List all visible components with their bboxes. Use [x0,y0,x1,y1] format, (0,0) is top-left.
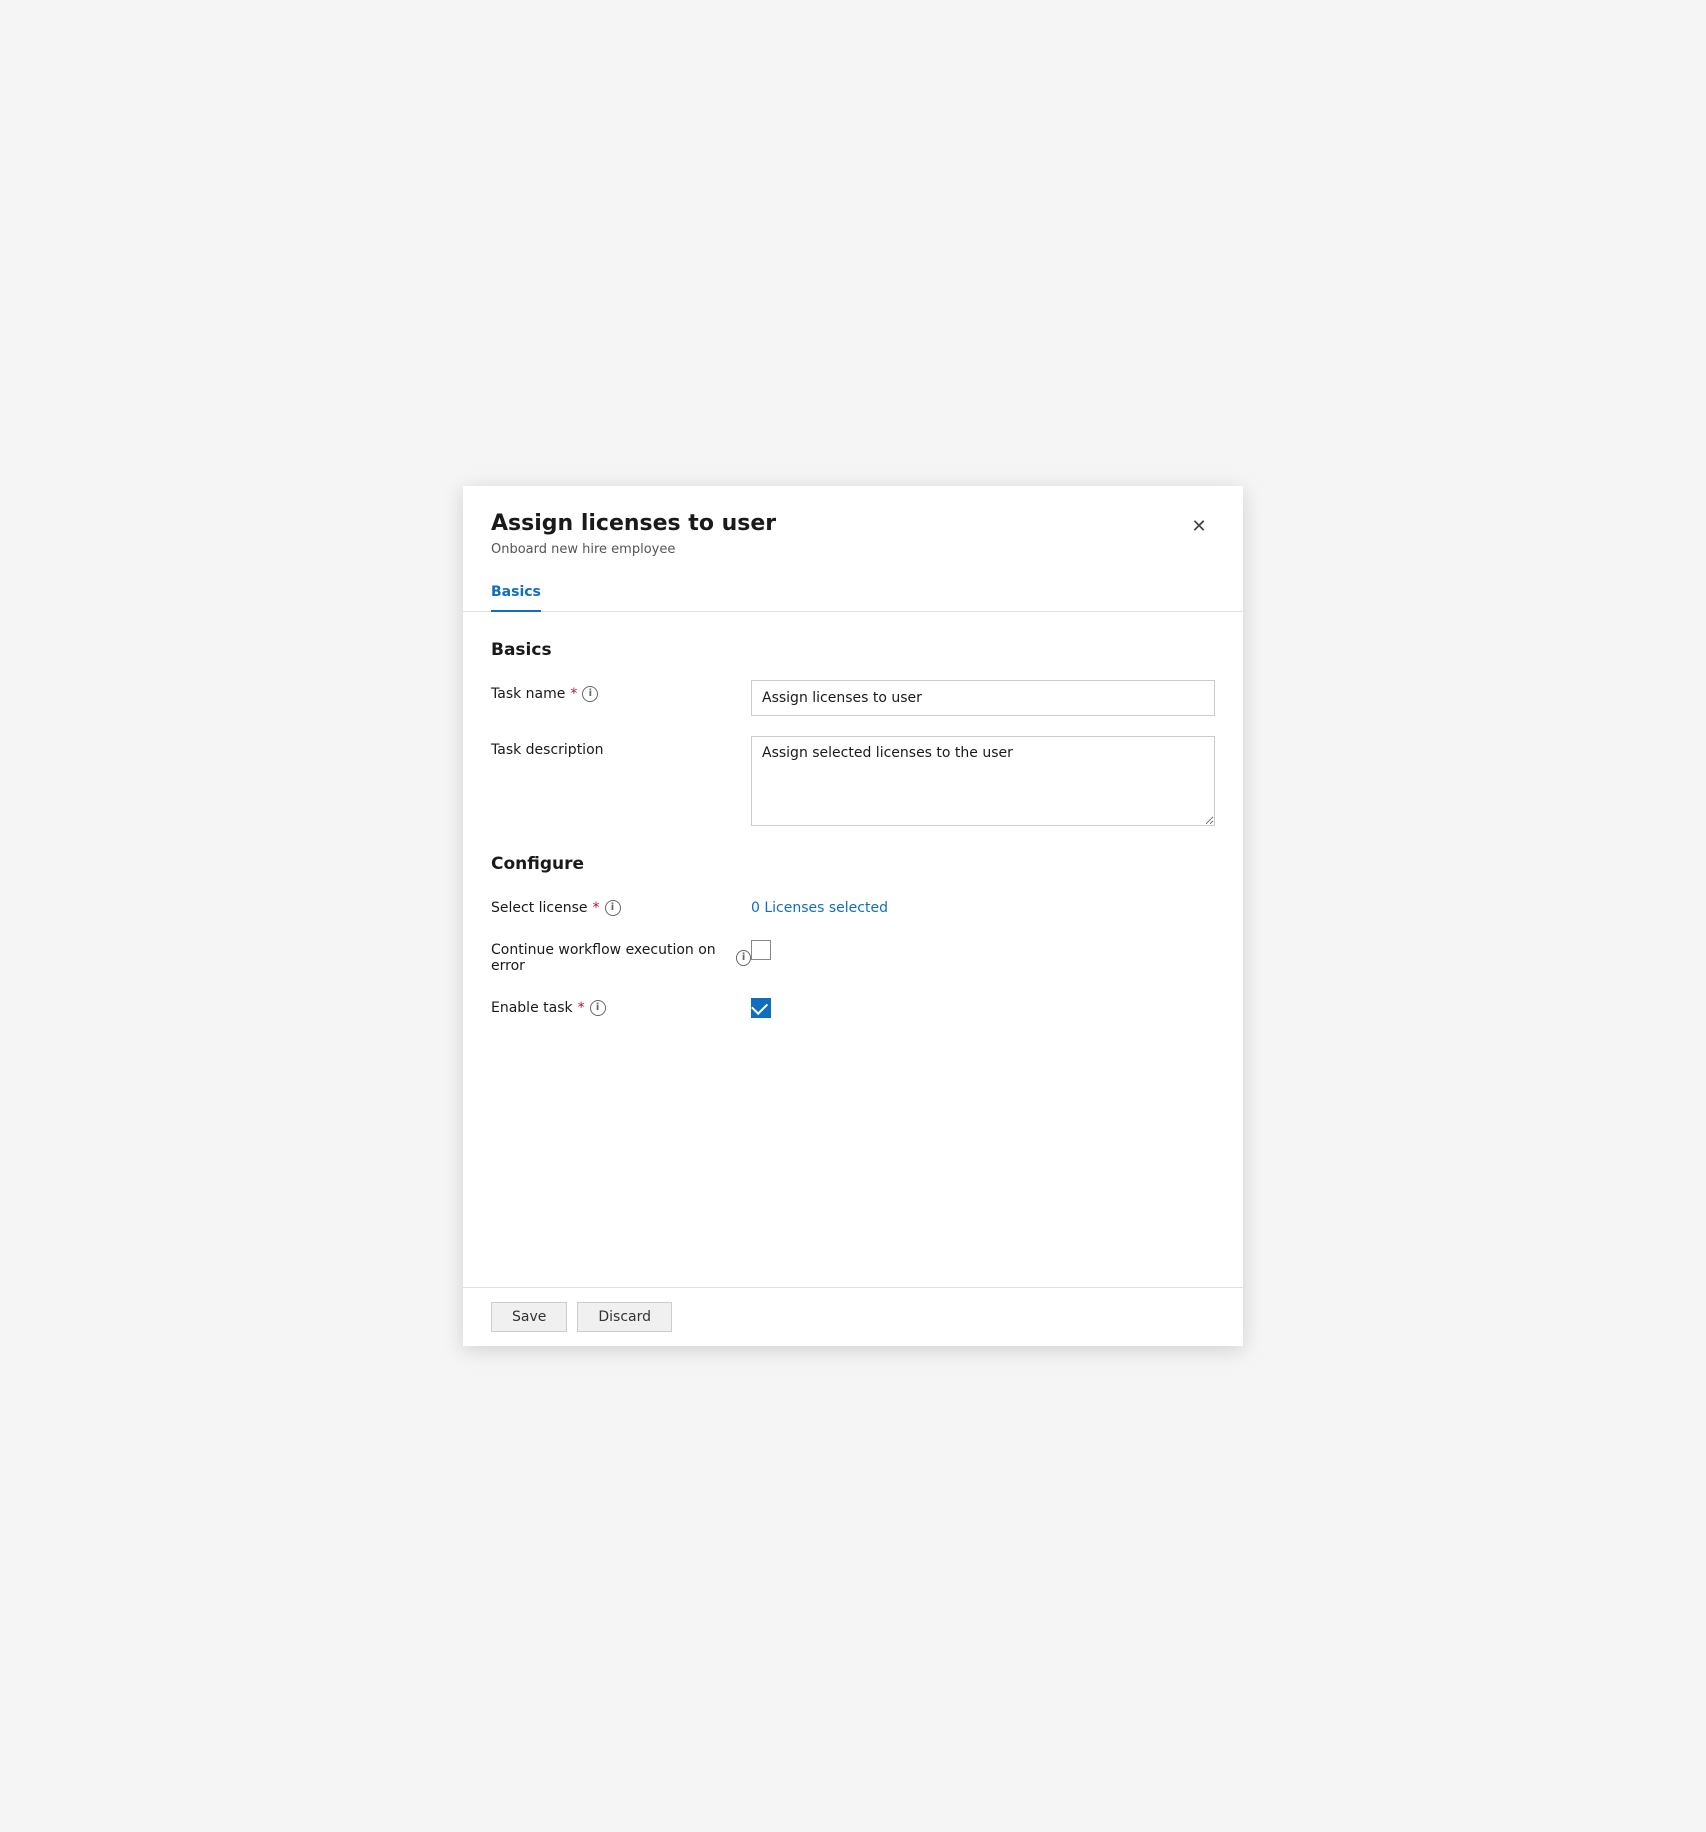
select-license-required: * [593,900,600,916]
continue-workflow-checkbox[interactable] [751,940,771,960]
enable-task-required: * [578,1000,585,1016]
dialog-title: Assign licenses to user [491,510,776,539]
task-name-input[interactable] [751,680,1215,716]
continue-workflow-row: Continue workflow execution on error i [491,936,1215,974]
dialog-header-text: Assign licenses to user Onboard new hire… [491,510,776,557]
tab-basics[interactable]: Basics [491,574,541,612]
select-license-info-icon[interactable]: i [605,900,621,916]
task-name-required: * [570,686,577,702]
enable-task-checkbox[interactable] [751,998,771,1018]
task-description-input[interactable]: Assign selected licenses to the user [751,736,1215,826]
basics-section-heading: Basics [491,640,1215,660]
enable-task-label: Enable task * i [491,994,751,1016]
task-description-label: Task description [491,736,751,758]
continue-workflow-control [751,936,1215,960]
save-button[interactable]: Save [491,1302,567,1332]
basics-section: Basics Task name * i Task description A [491,640,1215,830]
task-name-info-icon[interactable]: i [582,686,598,702]
select-license-row: Select license * i 0 Licenses selected [491,894,1215,916]
task-name-label: Task name * i [491,680,751,702]
dialog-footer: Save Discard [463,1287,1243,1346]
close-icon: ✕ [1191,516,1206,537]
task-name-row: Task name * i [491,680,1215,716]
enable-task-row: Enable task * i [491,994,1215,1018]
task-name-control [751,680,1215,716]
select-license-control: 0 Licenses selected [751,894,1215,916]
dialog-header: Assign licenses to user Onboard new hire… [463,486,1243,573]
task-description-row: Task description Assign selected license… [491,736,1215,830]
continue-workflow-info-icon[interactable]: i [736,950,751,966]
configure-section-heading: Configure [491,854,1215,874]
enable-task-checkbox-wrapper [751,994,1215,1018]
continue-workflow-checkbox-wrapper [751,936,1215,960]
dialog-body: Basics Task name * i Task description A [463,612,1243,1287]
dialog-subtitle: Onboard new hire employee [491,542,776,557]
select-license-label: Select license * i [491,894,751,916]
tabs-bar: Basics [463,573,1243,612]
close-button[interactable]: ✕ [1183,510,1215,542]
enable-task-info-icon[interactable]: i [590,1000,606,1016]
task-description-control: Assign selected licenses to the user [751,736,1215,830]
configure-section: Configure Select license * i 0 Licenses … [491,854,1215,1018]
assign-licenses-dialog: Assign licenses to user Onboard new hire… [463,486,1243,1346]
continue-workflow-label: Continue workflow execution on error i [491,936,751,974]
enable-task-control [751,994,1215,1018]
license-link[interactable]: 0 Licenses selected [751,894,888,916]
discard-button[interactable]: Discard [577,1302,672,1332]
